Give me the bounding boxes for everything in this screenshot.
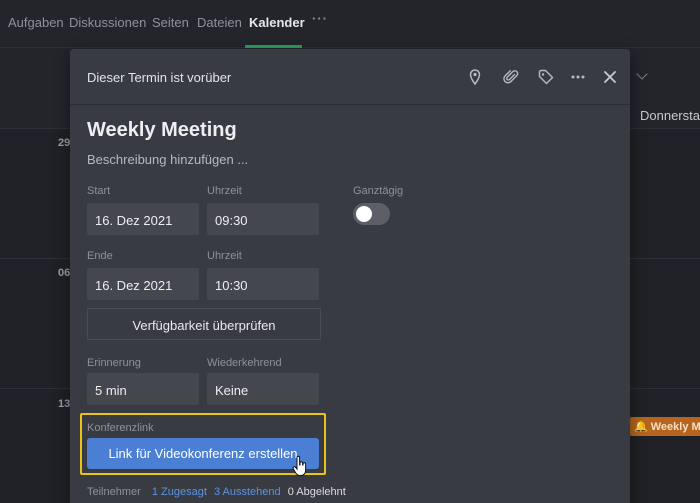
check-availability-button[interactable]: Verfügbarkeit überprüfen xyxy=(87,308,321,340)
start-label: Start xyxy=(87,185,111,197)
paperclip-icon[interactable] xyxy=(501,67,521,87)
start-time-label: Uhrzeit xyxy=(207,185,242,197)
tab-dateien[interactable]: Dateien xyxy=(197,15,242,30)
all-day-label: Ganztägig xyxy=(353,185,404,197)
pending-count-link[interactable]: 3 Ausstehend xyxy=(214,486,281,498)
create-video-link-button[interactable]: Link für Videokonferenz erstellen xyxy=(87,438,319,469)
end-time-label: Uhrzeit xyxy=(207,250,242,262)
start-date-field[interactable]: 16. Dez 2021 xyxy=(87,203,199,235)
participants-row: Teilnehmer 1 Zugesagt 3 Ausstehend 0 Abg… xyxy=(87,486,350,498)
close-icon[interactable] xyxy=(600,67,620,87)
location-pin-icon[interactable] xyxy=(465,67,485,87)
tab-diskussionen[interactable]: Diskussionen xyxy=(69,15,146,30)
end-label: Ende xyxy=(87,250,113,262)
reminder-select[interactable]: 5 min xyxy=(87,373,199,405)
tab-aufgaben[interactable]: Aufgaben xyxy=(8,15,64,30)
declined-count: 0 Abgelehnt xyxy=(287,486,346,498)
recurring-label: Wiederkehrend xyxy=(207,357,282,369)
reminder-label: Erinnerung xyxy=(87,357,141,369)
event-status-text: Dieser Termin ist vorüber xyxy=(87,70,232,85)
end-date-field[interactable]: 16. Dez 2021 xyxy=(87,268,199,300)
description-field[interactable]: Beschreibung hinzufügen ... xyxy=(87,152,248,167)
end-time-field[interactable]: 10:30 xyxy=(207,268,319,300)
more-horizontal-icon[interactable] xyxy=(568,67,588,87)
tab-seiten[interactable]: Seiten xyxy=(152,15,189,30)
date-label: 13 xyxy=(58,398,71,410)
tag-icon[interactable] xyxy=(536,67,556,87)
toggle-knob xyxy=(356,206,372,222)
start-time-field[interactable]: 09:30 xyxy=(207,203,319,235)
all-day-toggle[interactable] xyxy=(353,203,390,225)
event-title[interactable]: Weekly Meeting xyxy=(87,119,237,142)
recurring-select[interactable]: Keine xyxy=(207,373,319,405)
calendar-event-chip[interactable]: 🔔 Weekly Meeting xyxy=(630,417,700,436)
event-dialog: Dieser Termin ist vorüber Weekly Meeting… xyxy=(70,49,630,503)
conference-label: Konferenzlink xyxy=(87,422,154,434)
participants-label: Teilnehmer xyxy=(87,486,141,498)
date-label: 29 xyxy=(58,137,71,149)
tab-kalender[interactable]: Kalender xyxy=(249,15,305,30)
hand-cursor-icon xyxy=(292,455,307,476)
accepted-count-link[interactable]: 1 Zugesagt xyxy=(152,486,207,498)
date-label: 06 xyxy=(58,267,71,279)
top-navigation: Aufgaben Diskussionen Seiten Dateien Kal… xyxy=(0,0,700,48)
dialog-header: Dieser Termin ist vorüber xyxy=(70,49,630,105)
day-name-header: Donnerstag xyxy=(640,108,700,123)
more-horizontal-icon[interactable]: ··· xyxy=(312,11,328,26)
